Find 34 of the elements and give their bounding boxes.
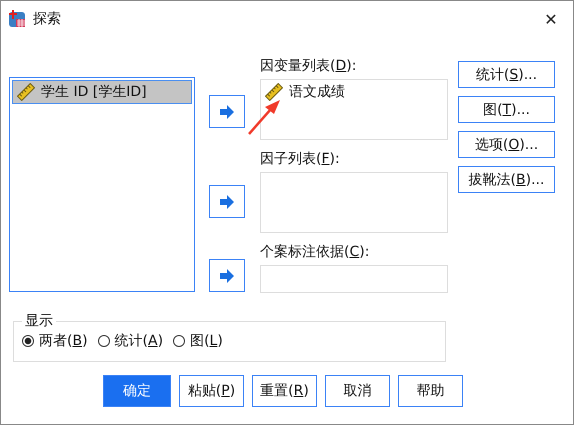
target-field[interactable] — [260, 265, 448, 293]
dialog-button[interactable]: 重置(R) — [252, 375, 317, 407]
radio-option[interactable]: 图(L) — [173, 332, 223, 350]
dialog-button[interactable]: 图(T)... — [458, 96, 555, 123]
radio-button[interactable] — [173, 335, 186, 347]
arrow-icon — [219, 268, 235, 282]
radio-button[interactable] — [98, 335, 110, 347]
field-label: 因变量列表(D): — [260, 57, 358, 75]
annotation-arrow — [247, 99, 281, 135]
radio-option[interactable]: 两者(B) — [22, 332, 88, 350]
target-list[interactable]: 语文成绩 — [260, 79, 448, 140]
variable-item[interactable]: 学生 ID [学生ID] — [12, 80, 192, 104]
field-label: 因子列表(F): — [260, 150, 341, 168]
dialog-button[interactable]: 拔靴法(B)... — [458, 166, 555, 193]
move-button[interactable] — [209, 185, 245, 218]
window-title: 探索 — [33, 10, 61, 28]
group-title: 显示 — [24, 312, 54, 330]
close-button[interactable]: ✕ — [529, 1, 573, 37]
dialog-button[interactable]: 确定 — [103, 375, 171, 407]
app-icon — [7, 9, 27, 29]
arrow-icon — [219, 194, 235, 208]
dialog-button[interactable]: 统计(S)... — [458, 61, 555, 88]
move-button[interactable] — [209, 95, 245, 128]
dialog-button[interactable]: 选项(O)... — [458, 131, 555, 158]
radio-option[interactable]: 统计(A) — [98, 332, 164, 350]
dialog-button[interactable]: 帮助 — [398, 375, 463, 407]
radio-button[interactable] — [22, 335, 34, 347]
variable-item[interactable]: 语文成绩 — [265, 83, 443, 101]
dialog-button[interactable]: 粘贴(P) — [179, 375, 244, 407]
variable-list[interactable]: 学生 ID [学生ID] — [9, 77, 195, 292]
move-button[interactable] — [209, 259, 245, 292]
dialog-button[interactable]: 取消 — [325, 375, 390, 407]
arrow-icon — [219, 104, 235, 118]
field-label: 个案标注依据(C): — [260, 243, 370, 261]
